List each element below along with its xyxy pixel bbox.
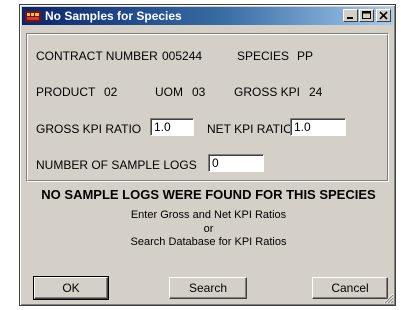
- contract-number-value: 005244: [162, 49, 203, 63]
- minimize-icon: [347, 17, 353, 19]
- search-button[interactable]: Search: [169, 277, 247, 299]
- sample-logs-label: NUMBER OF SAMPLE LOGS: [36, 158, 197, 172]
- close-icon: [379, 11, 388, 20]
- window-title: No Samples for Species: [45, 9, 182, 23]
- details-group: CONTRACT NUMBER 005244 SPECIES PP PRODUC…: [26, 33, 389, 182]
- species-value: PP: [297, 49, 314, 63]
- maximize-button[interactable]: [359, 9, 374, 22]
- uom-value: 03: [192, 85, 206, 99]
- gross-kpi-value: 24: [309, 85, 323, 99]
- uom-label: UOM: [155, 85, 183, 99]
- species-label: SPECIES: [237, 49, 290, 63]
- product-value: 02: [104, 85, 118, 99]
- dialog-window: No Samples for Species CONTRACT NUMBER 0…: [19, 4, 396, 306]
- maximize-icon: [362, 11, 371, 19]
- net-kpi-ratio-input[interactable]: 1.0: [290, 118, 346, 136]
- cancel-button[interactable]: Cancel: [312, 277, 388, 299]
- minimize-button[interactable]: [343, 9, 358, 22]
- contract-number-label: CONTRACT NUMBER: [36, 49, 158, 63]
- gross-kpi-ratio-label: GROSS KPI RATIO: [36, 122, 142, 136]
- instruction-line-1: Enter Gross and Net KPI Ratios: [130, 209, 287, 221]
- instruction-line-2: or: [203, 223, 214, 235]
- close-button[interactable]: [376, 9, 391, 22]
- no-samples-message: NO SAMPLE LOGS WERE FOUND FOR THIS SPECI…: [41, 187, 376, 202]
- sample-logs-input[interactable]: 0: [208, 154, 264, 172]
- ok-button[interactable]: OK: [34, 277, 108, 299]
- title-bar[interactable]: No Samples for Species: [22, 7, 393, 25]
- instruction-line-3: Search Database for KPI Ratios: [130, 236, 287, 248]
- gross-kpi-ratio-input[interactable]: 1.0: [150, 118, 194, 136]
- product-label: PRODUCT: [36, 85, 96, 99]
- gross-kpi-label: GROSS KPI: [234, 85, 301, 99]
- window-controls: [342, 9, 391, 22]
- net-kpi-ratio-label: NET KPI RATIO: [207, 122, 293, 136]
- resize-grip-icon[interactable]: [382, 292, 394, 304]
- app-icon: [25, 10, 41, 22]
